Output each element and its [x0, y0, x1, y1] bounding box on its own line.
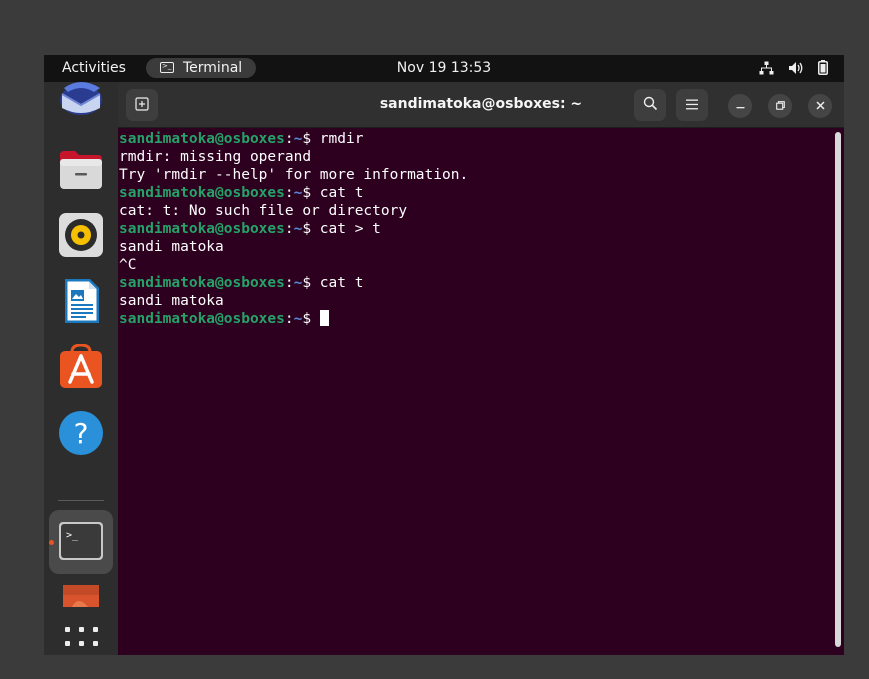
prompt-user: sandimatoka@osboxes [119, 275, 285, 291]
terminal-line: ^C [119, 257, 137, 273]
scrollbar[interactable] [835, 132, 841, 647]
desktop-screen: Activities >_ Terminal Nov 19 13:53 ? >_… [44, 55, 844, 655]
volume-icon[interactable] [788, 61, 804, 75]
hamburger-menu-icon [686, 99, 698, 110]
prompt-user: sandimatoka@osboxes [119, 131, 285, 147]
restore-icon [775, 101, 785, 110]
battery-icon[interactable] [818, 60, 828, 75]
prompt-separator: : [284, 311, 294, 327]
clock[interactable]: Nov 19 13:53 [44, 60, 844, 76]
maximize-button[interactable] [768, 94, 792, 118]
terminal-line: sandimatoka@osboxes:~$ cat t [119, 274, 829, 292]
files-icon[interactable] [58, 146, 104, 192]
apps-grid-icon[interactable] [65, 627, 98, 655]
menu-button[interactable] [676, 89, 708, 121]
help-icon[interactable]: ? [58, 410, 104, 456]
top-bar: Activities >_ Terminal Nov 19 13:53 [44, 55, 844, 82]
software-icon[interactable] [58, 344, 104, 390]
terminal-window: sandimatoka@osboxes: ~ sandimatoka@osbox… [118, 82, 844, 655]
prompt-separator: : [284, 185, 294, 201]
network-icon[interactable] [759, 61, 774, 75]
rhythmbox-icon[interactable] [58, 212, 104, 258]
terminal-icon[interactable]: >_ [58, 519, 104, 565]
app-icon[interactable] [58, 585, 104, 631]
dock-separator [58, 500, 104, 501]
terminal-line: sandi matoka [119, 293, 224, 309]
terminal-line: cat: t: No such file or directory [119, 203, 408, 219]
minimize-icon [736, 107, 744, 109]
terminal-line: sandimatoka@osboxes:~$ cat t [119, 184, 829, 202]
command-text: $ cat t [302, 185, 364, 201]
terminal-line: sandimatoka@osboxes:~$ cat > t [119, 220, 829, 238]
terminal-line: Try 'rmdir --help' for more information. [119, 167, 469, 183]
terminal-line: sandimatoka@osboxes:~$ rmdir [119, 130, 829, 148]
command-text: $ rmdir [302, 131, 364, 147]
prompt-user: sandimatoka@osboxes [119, 185, 285, 201]
command-text: $ [302, 311, 320, 327]
terminal-header-bar: sandimatoka@osboxes: ~ [118, 82, 844, 128]
text-cursor [319, 310, 329, 326]
search-icon [643, 96, 657, 111]
command-text: $ cat t [302, 275, 364, 291]
svg-text:>_: >_ [66, 530, 79, 541]
svg-text:?: ? [74, 417, 89, 450]
terminal-line: rmdir: missing operand [119, 149, 312, 165]
writer-icon[interactable] [58, 278, 104, 324]
terminal-output[interactable]: sandimatoka@osboxes:~$ rmdir rmdir: miss… [119, 130, 829, 650]
terminal-line: sandi matoka [119, 239, 224, 255]
thunderbird-icon[interactable] [58, 74, 104, 120]
prompt-separator: : [284, 275, 294, 291]
running-indicator [49, 540, 54, 545]
command-text: $ cat > t [302, 221, 381, 237]
close-button[interactable] [808, 94, 832, 118]
prompt-user: sandimatoka@osboxes [119, 311, 285, 327]
close-icon [815, 101, 825, 110]
prompt-separator: : [284, 221, 294, 237]
terminal-line: sandimatoka@osboxes:~$ [119, 310, 829, 328]
prompt-separator: : [284, 131, 294, 147]
prompt-user: sandimatoka@osboxes [119, 221, 285, 237]
minimize-button[interactable] [728, 94, 752, 118]
system-tray[interactable] [759, 60, 828, 75]
dock: ? >_ [44, 82, 118, 655]
search-button[interactable] [634, 89, 666, 121]
